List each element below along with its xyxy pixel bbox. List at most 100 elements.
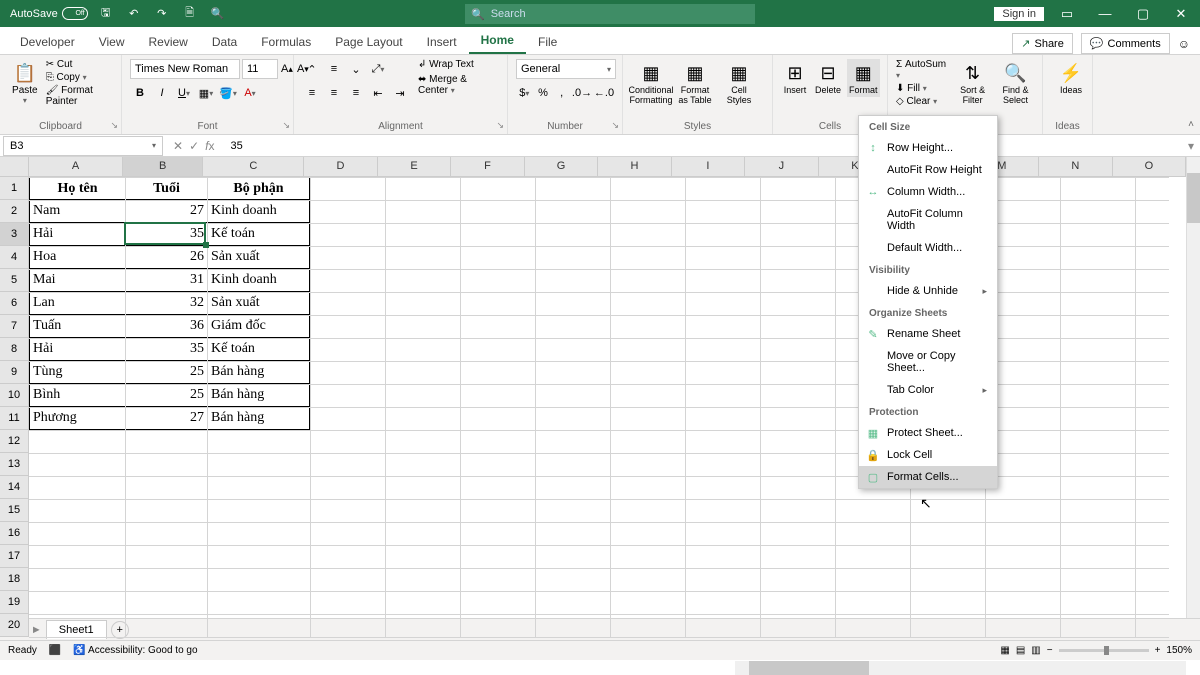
minimize-icon[interactable]: — bbox=[1090, 0, 1120, 27]
data-cell[interactable]: 35 bbox=[125, 223, 207, 246]
view-normal-icon[interactable]: ▦ bbox=[1000, 645, 1009, 656]
tab-data[interactable]: Data bbox=[200, 30, 249, 54]
italic-button[interactable]: I bbox=[152, 83, 172, 103]
format-as-table-button[interactable]: ▦Format as Table bbox=[675, 59, 715, 107]
row-header-7[interactable]: 7 bbox=[0, 315, 29, 338]
col-header-A[interactable]: A bbox=[29, 157, 123, 176]
autosave-toggle[interactable]: AutoSave Off bbox=[10, 7, 88, 20]
data-cell[interactable]: Hải bbox=[29, 223, 125, 246]
horizontal-scrollbar[interactable] bbox=[735, 661, 1186, 675]
data-cell[interactable]: Bán hàng bbox=[207, 407, 310, 430]
menu-tab-color[interactable]: Tab Color▸ bbox=[859, 379, 997, 401]
collapse-ribbon-icon[interactable]: ˄ bbox=[1188, 119, 1194, 130]
decrease-indent-icon[interactable]: ⇤ bbox=[368, 83, 388, 103]
format-painter-button[interactable]: 🖌 Format Painter bbox=[46, 85, 113, 107]
close-icon[interactable]: ✕ bbox=[1166, 0, 1196, 27]
data-cell[interactable]: Giám đốc bbox=[207, 315, 310, 338]
format-cells-button[interactable]: ▦Format bbox=[847, 59, 880, 97]
percent-icon[interactable]: % bbox=[535, 83, 552, 103]
tab-developer[interactable]: Developer bbox=[8, 30, 87, 54]
row-header-20[interactable]: 20 bbox=[0, 614, 29, 637]
spreadsheet-grid[interactable]: ABCDEFGHIJKLMNO 123456789101112131415161… bbox=[0, 157, 1200, 618]
cancel-formula-icon[interactable]: ✕ bbox=[173, 139, 183, 153]
col-header-C[interactable]: C bbox=[203, 157, 304, 176]
insert-cells-button[interactable]: ⊞Insert bbox=[781, 59, 809, 97]
data-cell[interactable]: Sản xuất bbox=[207, 292, 310, 315]
clipboard-launcher[interactable]: ↘ bbox=[110, 120, 118, 131]
tab-formulas[interactable]: Formulas bbox=[249, 30, 323, 54]
save-icon[interactable]: 🖫 bbox=[96, 4, 116, 24]
menu-format-cells[interactable]: ▢Format Cells... bbox=[859, 466, 997, 488]
col-header-F[interactable]: F bbox=[451, 157, 524, 176]
menu-protect-sheet[interactable]: ▦Protect Sheet... bbox=[859, 422, 997, 444]
find-icon[interactable]: 🔍 bbox=[208, 4, 228, 24]
font-name-input[interactable] bbox=[130, 59, 240, 79]
header-cell[interactable]: Họ tên bbox=[29, 177, 125, 200]
tab-file[interactable]: File bbox=[526, 30, 569, 54]
accessibility-status[interactable]: ♿ Accessibility: Good to go bbox=[73, 645, 197, 656]
tab-review[interactable]: Review bbox=[137, 30, 200, 54]
select-all-triangle[interactable] bbox=[0, 157, 29, 177]
row-header-4[interactable]: 4 bbox=[0, 246, 29, 269]
fill-handle[interactable] bbox=[203, 242, 209, 248]
row-header-19[interactable]: 19 bbox=[0, 591, 29, 614]
wrap-text-button[interactable]: ↲ Wrap Text bbox=[418, 59, 499, 70]
view-pagelayout-icon[interactable]: ▤ bbox=[1016, 645, 1025, 656]
font-color-button[interactable]: A▾ bbox=[240, 83, 260, 103]
menu-autofit-col[interactable]: AutoFit Column Width bbox=[859, 203, 997, 237]
row-header-10[interactable]: 10 bbox=[0, 384, 29, 407]
vertical-scrollbar[interactable] bbox=[1186, 157, 1200, 618]
col-header-D[interactable]: D bbox=[304, 157, 377, 176]
expand-formula-icon[interactable]: ▾ bbox=[1182, 139, 1200, 153]
data-cell[interactable]: 31 bbox=[125, 269, 207, 292]
align-center-icon[interactable]: ≡ bbox=[324, 83, 344, 103]
borders-button[interactable]: ▦▾ bbox=[196, 83, 216, 103]
view-pagebreak-icon[interactable]: ▥ bbox=[1031, 645, 1040, 656]
data-cell[interactable]: Tùng bbox=[29, 361, 125, 384]
increase-decimal-icon[interactable]: .0→ bbox=[572, 83, 592, 103]
fill-color-button[interactable]: 🪣▾ bbox=[218, 83, 238, 103]
row-header-6[interactable]: 6 bbox=[0, 292, 29, 315]
menu-default-width[interactable]: Default Width... bbox=[859, 237, 997, 259]
merge-center-button[interactable]: ⬌ Merge & Center ▾ bbox=[418, 74, 499, 96]
comma-icon[interactable]: , bbox=[553, 83, 570, 103]
row-header-15[interactable]: 15 bbox=[0, 499, 29, 522]
increase-indent-icon[interactable]: ⇥ bbox=[390, 83, 410, 103]
menu-row-height[interactable]: ↕Row Height... bbox=[859, 137, 997, 159]
zoom-slider[interactable] bbox=[1059, 649, 1149, 652]
menu-autofit-row[interactable]: AutoFit Row Height bbox=[859, 159, 997, 181]
currency-icon[interactable]: $▾ bbox=[516, 83, 533, 103]
cell-styles-button[interactable]: ▦Cell Styles bbox=[719, 59, 759, 107]
col-header-G[interactable]: G bbox=[525, 157, 598, 176]
data-cell[interactable]: 27 bbox=[125, 407, 207, 430]
underline-button[interactable]: U▾ bbox=[174, 83, 194, 103]
fill-button[interactable]: ⬇ Fill ▾ bbox=[896, 83, 948, 94]
smiley-icon[interactable]: ☺ bbox=[1178, 37, 1190, 51]
align-left-icon[interactable]: ≡ bbox=[302, 83, 322, 103]
row-header-3[interactable]: 3 bbox=[0, 223, 29, 246]
orientation-icon[interactable]: ⤢▾ bbox=[368, 59, 388, 79]
undo-icon[interactable]: ↶ bbox=[124, 4, 144, 24]
maximize-icon[interactable]: ▢ bbox=[1128, 0, 1158, 27]
sort-filter-button[interactable]: ⇅Sort & Filter bbox=[954, 59, 991, 107]
tab-view[interactable]: View bbox=[87, 30, 137, 54]
redo-icon[interactable]: ↷ bbox=[152, 4, 172, 24]
decrease-decimal-icon[interactable]: ←.0 bbox=[594, 83, 614, 103]
menu-col-width[interactable]: ↔Column Width... bbox=[859, 181, 997, 203]
zoom-level[interactable]: 150% bbox=[1166, 645, 1192, 656]
row-header-11[interactable]: 11 bbox=[0, 407, 29, 430]
row-header-2[interactable]: 2 bbox=[0, 200, 29, 223]
data-cell[interactable]: 36 bbox=[125, 315, 207, 338]
name-box[interactable]: B3▾ bbox=[3, 136, 163, 156]
data-cell[interactable]: Phương bbox=[29, 407, 125, 430]
delete-cells-button[interactable]: ⊟Delete bbox=[813, 59, 843, 97]
data-cell[interactable]: 25 bbox=[125, 361, 207, 384]
macro-record-icon[interactable]: ⬛ bbox=[49, 645, 61, 656]
menu-move-copy[interactable]: Move or Copy Sheet... bbox=[859, 345, 997, 379]
fx-icon[interactable]: fx bbox=[205, 139, 214, 153]
header-cell[interactable]: Tuổi bbox=[125, 177, 207, 200]
find-select-button[interactable]: 🔍Find & Select bbox=[997, 59, 1034, 107]
paste-button[interactable]: 📋 Paste ▾ bbox=[8, 59, 42, 107]
ribbon-mode-icon[interactable]: ▭ bbox=[1052, 0, 1082, 27]
data-cell[interactable]: Sản xuất bbox=[207, 246, 310, 269]
